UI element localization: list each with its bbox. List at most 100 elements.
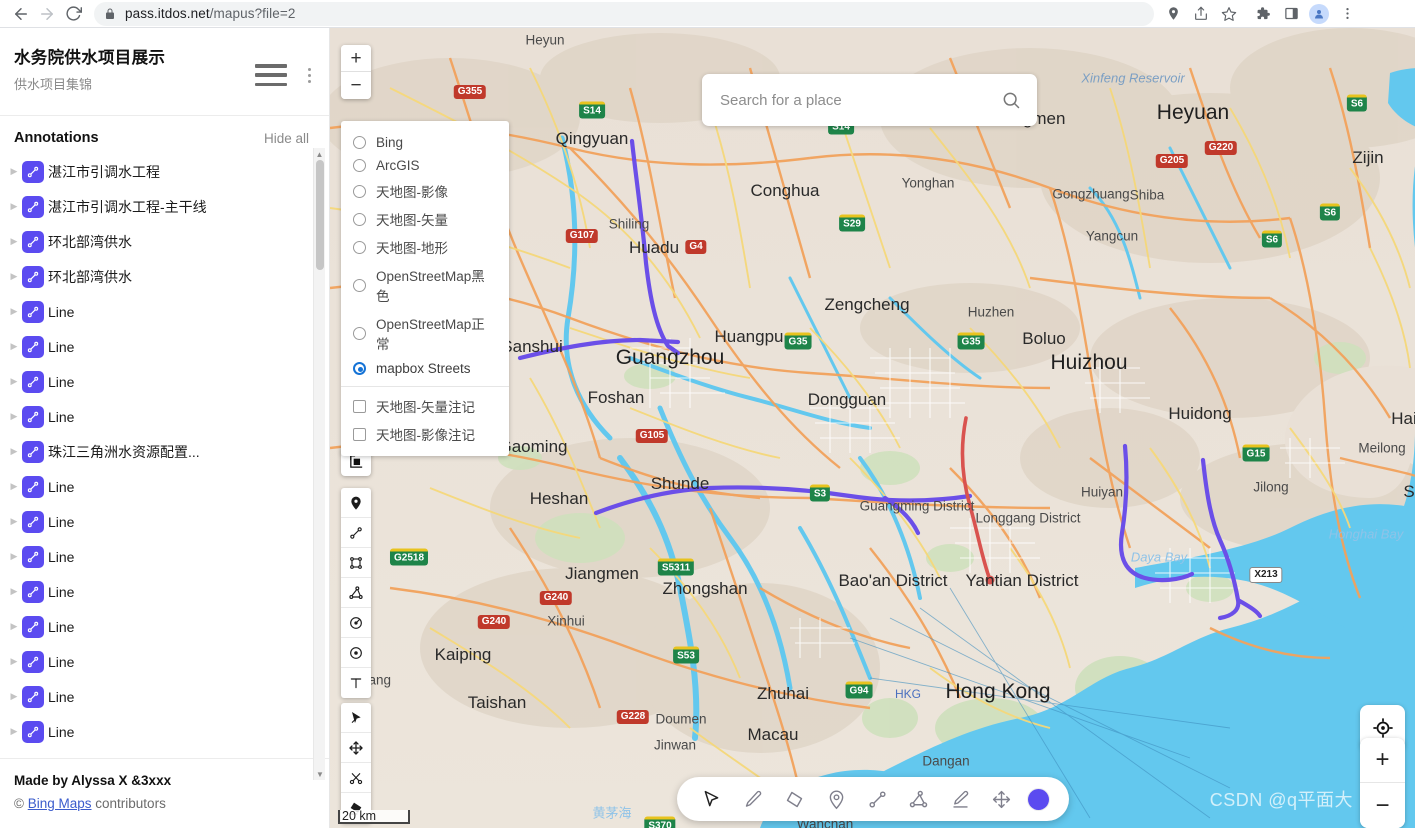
move-arrows-icon[interactable] [987,784,1017,814]
scissors-icon[interactable] [341,763,371,793]
profile-avatar-icon[interactable] [1306,1,1332,27]
sidebar-scrollbar[interactable]: ▲ ▼ [313,148,325,780]
three-dot-menu-icon[interactable] [1334,1,1360,27]
expand-caret-icon[interactable]: ▶ [6,167,22,176]
scrollbar-thumb[interactable] [316,160,324,270]
line-annotation-icon[interactable] [22,475,44,498]
radio-icon[interactable] [353,136,366,149]
checkbox-icon[interactable] [353,399,366,413]
address-bar[interactable]: pass.itdos.net/mapus?file=2 [94,1,1154,26]
polygon-icon[interactable] [341,578,371,608]
list-item[interactable]: ▶ Line [0,364,329,399]
map-viewport[interactable]: HeyunQingyuanShilingHuaduConghuaYonghanL… [330,28,1415,828]
line-annotation-icon[interactable] [22,370,44,393]
share-icon[interactable] [1188,1,1214,27]
text-icon[interactable] [341,668,371,698]
forward-arrow-icon[interactable] [34,1,60,27]
line-annotation-icon[interactable] [22,405,44,428]
expand-caret-icon[interactable]: ▶ [6,657,22,666]
basemap-selector-panel[interactable]: Bing ArcGIS 天地图-影像 天地图-矢量 天地图-地形 OpenStreetMa… [341,121,509,456]
drawing-toolbar[interactable] [677,777,1069,821]
hamburger-menu-icon[interactable] [255,64,287,86]
line-annotation-icon[interactable] [22,720,44,743]
expand-caret-icon[interactable]: ▶ [6,237,22,246]
basemap-radio-3[interactable]: 天地图-影像 [341,177,509,205]
radio-icon[interactable] [353,326,366,340]
expand-caret-icon[interactable]: ▶ [6,587,22,596]
radio-icon[interactable] [353,278,366,292]
bing-maps-link[interactable]: Bing Maps [28,796,92,811]
hide-all-button[interactable]: Hide all [264,131,309,146]
expand-caret-icon[interactable]: ▶ [6,727,22,736]
list-item[interactable]: ▶ Line [0,329,329,364]
basemap-radio-5[interactable]: 天地图-地形 [341,233,509,261]
list-item[interactable]: ▶ 环北部湾供水 [0,224,329,259]
search-bar[interactable] [702,74,1037,126]
list-item[interactable]: ▶ Line [0,609,329,644]
list-item[interactable]: ▶ Line [0,294,329,329]
list-item[interactable]: ▶ Line [0,714,329,749]
expand-caret-icon[interactable]: ▶ [6,307,22,316]
highlighter-icon[interactable] [945,784,975,814]
search-icon[interactable] [1001,90,1021,110]
expand-caret-icon[interactable]: ▶ [6,482,22,491]
basemap-radio-8[interactable]: mapbox Streets [341,357,509,380]
cursor-arrow-icon[interactable] [697,784,727,814]
line-annotation-icon[interactable] [22,510,44,533]
line-annotation-icon[interactable] [22,335,44,358]
expand-caret-icon[interactable]: ▶ [6,377,22,386]
line-annotation-icon[interactable] [22,160,44,183]
expand-caret-icon[interactable]: ▶ [6,517,22,526]
bookmark-star-icon[interactable] [1216,1,1242,27]
line-annotation-icon[interactable] [22,615,44,638]
basemap-radio-7[interactable]: OpenStreetMap正常 [341,309,509,357]
basemap-checkbox-1[interactable]: 天地图-矢量注记 [341,392,509,420]
list-item[interactable]: ▶ 珠江三角洲水资源配置... [0,434,329,469]
expand-caret-icon[interactable]: ▶ [6,692,22,701]
basemap-checkbox-2[interactable]: 天地图-影像注记 [341,420,509,448]
location-pin-icon[interactable] [1160,1,1186,27]
draw-tool-rail[interactable] [341,488,371,698]
list-item[interactable]: ▶ Line [0,504,329,539]
zoom-in-button[interactable]: + [341,45,371,72]
list-item[interactable]: ▶ Line [0,399,329,434]
basemap-radio-4[interactable]: 天地图-矢量 [341,205,509,233]
line-annotation-icon[interactable] [22,265,44,288]
zoom-in-button-right[interactable]: + [1360,738,1405,783]
cursor-select-icon[interactable] [341,703,371,733]
expand-caret-icon[interactable]: ▶ [6,202,22,211]
radio-icon[interactable] [353,240,366,254]
circle-radius-icon[interactable] [341,608,371,638]
radio-icon[interactable] [353,184,366,198]
line-annotation-icon[interactable] [22,580,44,603]
line-annotation-icon[interactable] [22,195,44,218]
scroll-down-arrow-icon[interactable]: ▼ [314,768,326,780]
move-arrows-icon[interactable] [341,733,371,763]
edit-tool-rail[interactable] [341,703,371,823]
radio-icon[interactable] [353,159,366,172]
line-annotation-icon[interactable] [22,230,44,253]
expand-caret-icon[interactable]: ▶ [6,412,22,421]
checkbox-icon[interactable] [353,427,366,441]
basemap-radio-2[interactable]: ArcGIS [341,154,509,177]
line-annotation-icon[interactable] [22,685,44,708]
pencil-icon[interactable] [738,784,768,814]
list-item[interactable]: ▶ Line [0,679,329,714]
reload-icon[interactable] [60,1,86,27]
expand-caret-icon[interactable]: ▶ [6,342,22,351]
line-annotation-icon[interactable] [22,545,44,568]
search-input[interactable] [718,90,1001,110]
line-icon[interactable] [862,784,892,814]
list-item[interactable]: ▶ 湛江市引调水工程-主干线 [0,189,329,224]
scroll-up-arrow-icon[interactable]: ▲ [314,148,325,160]
color-swatch[interactable] [1028,788,1050,810]
radio-icon[interactable] [353,362,366,375]
expand-caret-icon[interactable]: ▶ [6,272,22,281]
circle-dot-icon[interactable] [341,638,371,668]
line-annotation-icon[interactable] [22,650,44,673]
sidepanel-icon[interactable] [1278,1,1304,27]
list-item[interactable]: ▶ Line [0,469,329,504]
list-item[interactable]: ▶ Line [0,644,329,679]
zoom-out-button-right[interactable]: − [1360,783,1405,828]
map-pin-icon[interactable] [341,488,371,518]
